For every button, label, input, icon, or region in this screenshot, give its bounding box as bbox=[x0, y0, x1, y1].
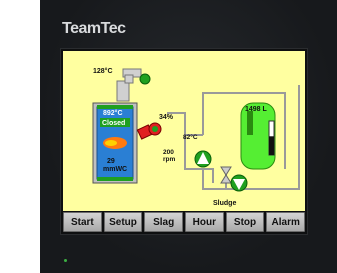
alarm-button[interactable]: Alarm bbox=[266, 212, 306, 232]
hour-button[interactable]: Hour bbox=[185, 212, 224, 232]
hmi-screen: 128°C 892°C Closed 29 mmWC 34% 82°C 200 … bbox=[60, 48, 308, 235]
brand-logo: TeamTec bbox=[62, 20, 126, 37]
sludge-label: Sludge bbox=[213, 200, 236, 207]
draft-unit: mmWC bbox=[103, 166, 127, 173]
tank-level: 1498 L bbox=[245, 106, 268, 113]
burner-unit[interactable] bbox=[136, 122, 162, 140]
stop-button[interactable]: Stop bbox=[225, 212, 265, 232]
valve-icon[interactable] bbox=[220, 166, 232, 184]
flue-status-indicator bbox=[139, 73, 151, 85]
tank-level-bar bbox=[269, 136, 274, 155]
flame-icon bbox=[103, 137, 127, 149]
process-diagram: 128°C 892°C Closed 29 mmWC 34% 82°C 200 … bbox=[92, 67, 300, 207]
pump-unit: rpm bbox=[163, 156, 176, 163]
setup-button[interactable]: Setup bbox=[103, 212, 143, 232]
furnace-temp: 892°C bbox=[103, 109, 123, 117]
sludge-pump[interactable] bbox=[230, 174, 248, 192]
flue-temp-label: 128°C bbox=[93, 67, 113, 75]
burner-percent: 34% bbox=[159, 114, 174, 121]
power-led bbox=[64, 259, 67, 262]
draft-value: 29 bbox=[107, 158, 115, 165]
feed-pump[interactable] bbox=[194, 150, 212, 168]
slag-button[interactable]: Slag bbox=[144, 212, 184, 232]
damper-state: Closed bbox=[102, 120, 125, 127]
start-button[interactable]: Start bbox=[63, 212, 102, 232]
process-panel: 128°C 892°C Closed 29 mmWC 34% 82°C 200 … bbox=[63, 51, 305, 211]
chimney bbox=[116, 68, 142, 102]
function-button-bar: Start Setup Slag Hour Stop Alarm bbox=[63, 212, 306, 232]
line-temp: 82°C bbox=[183, 133, 198, 141]
pump-speed: 200 bbox=[163, 149, 174, 156]
hmi-device: TeamTec 128°C 892°C Closed 29 mmWC 34% 8… bbox=[40, 0, 337, 273]
